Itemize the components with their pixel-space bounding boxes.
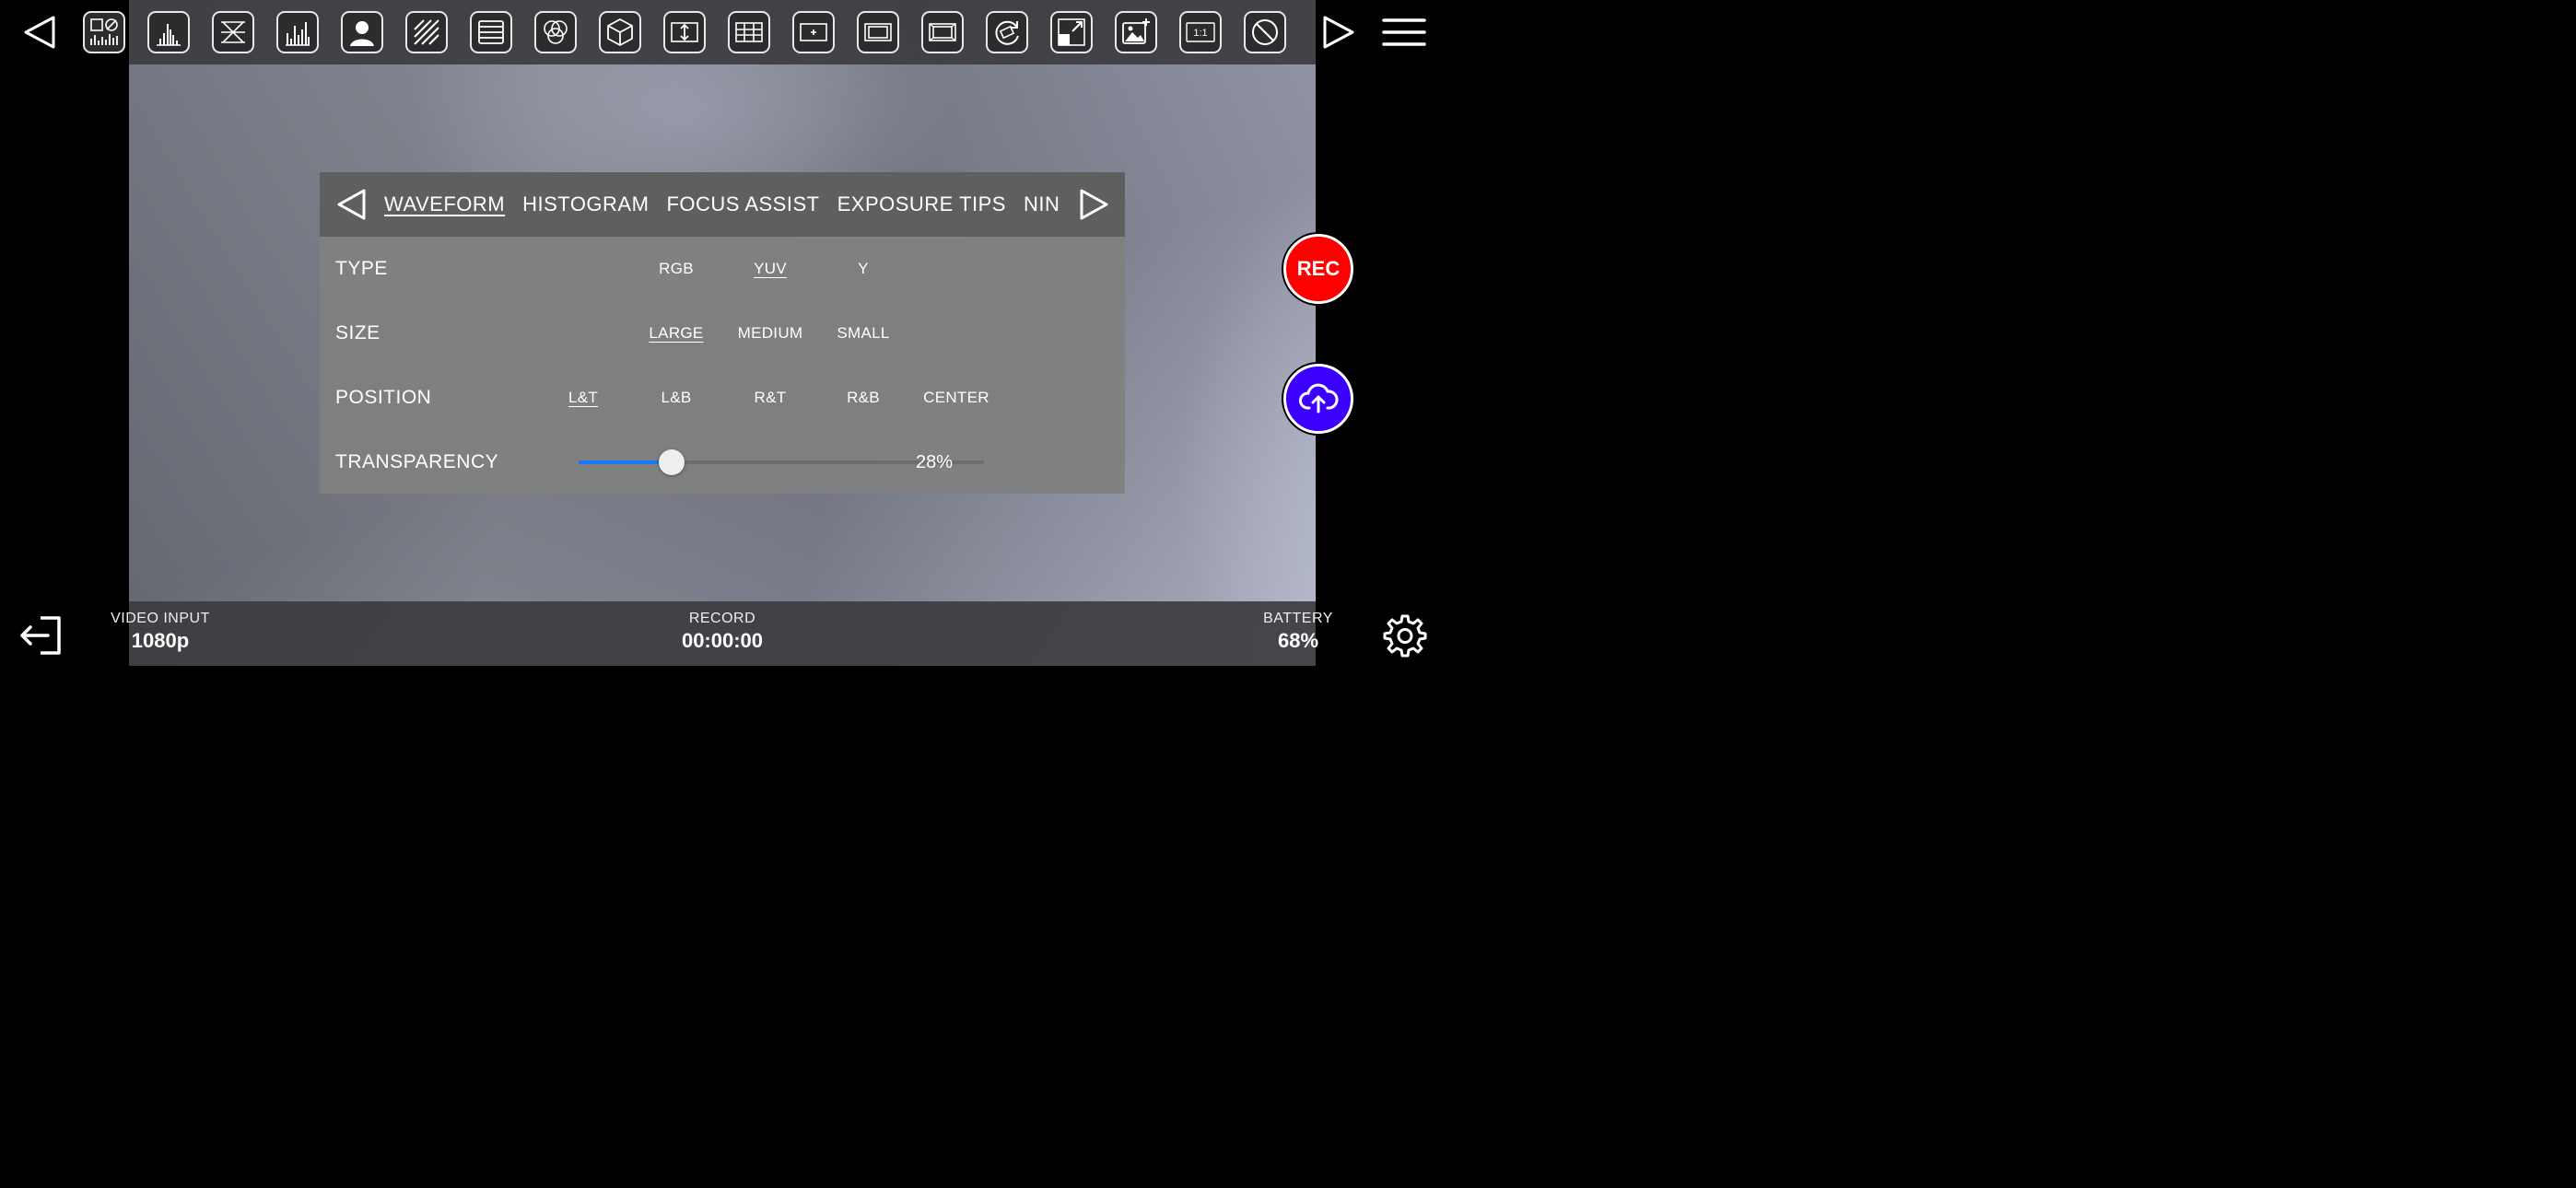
record-status: RECORD 00:00:00 [658,611,787,653]
tab-next-arrow-icon[interactable] [1077,188,1110,221]
safe-area-icon[interactable] [921,11,964,53]
record-timer: 00:00:00 [681,629,764,652]
transparency-label: TRANSPARENCY [335,451,499,472]
type-option-yuv[interactable]: YUV [724,237,816,301]
transparency-row: TRANSPARENCY 28% [320,430,1125,495]
lines-icon[interactable] [470,11,512,53]
position-row: POSITION L&T L&B R&T R&B CENTER [320,366,1125,430]
position-option-rb[interactable]: R&B [817,366,909,430]
battery-value: 68% [1277,629,1319,652]
tab-focus-assist[interactable]: FOCUS ASSIST [666,192,819,216]
tab-exposure-tips[interactable]: EXPOSURE TIPS [837,192,1006,216]
position-option-center[interactable]: CENTER [910,366,1002,430]
cloud-upload-icon [1299,383,1339,413]
toolbar-next-arrow-icon[interactable] [1319,13,1358,52]
tab-nine-grid[interactable]: NINE GRID [1024,192,1060,216]
size-row: SIZE LARGE MEDIUM SMALL [320,301,1125,366]
bottom-status-bar: VIDEO INPUT 1080p RECORD 00:00:00 BATTER… [0,601,1445,666]
color-circles-icon[interactable] [534,11,577,53]
type-option-rgb[interactable]: RGB [630,237,722,301]
histogram-icon[interactable] [276,11,319,53]
video-input-label: VIDEO INPUT [111,611,210,626]
tab-histogram[interactable]: HISTOGRAM [522,192,649,216]
video-input-value: 1080p [131,629,190,652]
center-marker-icon[interactable] [792,11,835,53]
size-option-small[interactable]: SMALL [817,301,909,366]
scale-icon[interactable] [1050,11,1093,53]
toolbar-prev-arrow-icon[interactable] [20,13,59,52]
stripes-icon[interactable] [405,11,448,53]
one-to-one-label: 1:1 [1193,28,1207,39]
exit-icon[interactable] [17,612,63,658]
top-toolbar: 1:1 [0,0,1445,64]
rotate-icon[interactable] [986,11,1028,53]
record-button-label: REC [1296,257,1341,280]
waveform-settings-panel: WAVEFORM HISTOGRAM FOCUS ASSIST EXPOSURE… [320,172,1125,494]
vertical-stretch-icon[interactable] [663,11,706,53]
disable-icon[interactable] [1244,11,1286,53]
multiview-icon[interactable] [83,11,125,53]
gear-icon[interactable] [1382,612,1428,658]
cloud-upload-button[interactable] [1283,364,1353,434]
type-label: TYPE [335,258,388,279]
position-option-lt[interactable]: L&T [537,366,629,430]
zebra-icon[interactable] [212,11,254,53]
transparency-value: 28% [916,452,954,472]
tab-waveform[interactable]: WAVEFORM [384,192,505,216]
false-color-icon[interactable] [147,11,190,53]
portrait-icon[interactable] [341,11,383,53]
transparency-slider-thumb[interactable] [659,449,685,475]
panel-tab-bar: WAVEFORM HISTOGRAM FOCUS ASSIST EXPOSURE… [320,172,1125,237]
position-option-lb[interactable]: L&B [630,366,722,430]
type-option-y[interactable]: Y [817,237,909,301]
type-row: TYPE RGB YUV Y [320,237,1125,301]
record-button[interactable]: REC [1283,234,1353,304]
size-option-large[interactable]: LARGE [630,301,722,366]
record-label: RECORD [688,611,756,626]
panel-tabs: WAVEFORM HISTOGRAM FOCUS ASSIST EXPOSURE… [384,172,1060,237]
frame-guide-icon[interactable] [857,11,899,53]
cube-icon[interactable] [599,11,641,53]
position-option-rt[interactable]: R&T [724,366,816,430]
size-option-medium[interactable]: MEDIUM [724,301,816,366]
battery-label: BATTERY [1263,611,1333,626]
menu-icon[interactable] [1382,13,1426,52]
one-to-one-icon[interactable]: 1:1 [1179,11,1222,53]
size-label: SIZE [335,322,381,344]
transparency-slider-fill [579,460,672,464]
grid-icon[interactable] [728,11,770,53]
video-input-status: VIDEO INPUT 1080p [96,611,225,653]
tab-prev-arrow-icon[interactable] [335,188,369,221]
battery-status: BATTERY 68% [1243,611,1353,653]
image-add-icon[interactable] [1115,11,1157,53]
position-label: POSITION [335,387,432,408]
